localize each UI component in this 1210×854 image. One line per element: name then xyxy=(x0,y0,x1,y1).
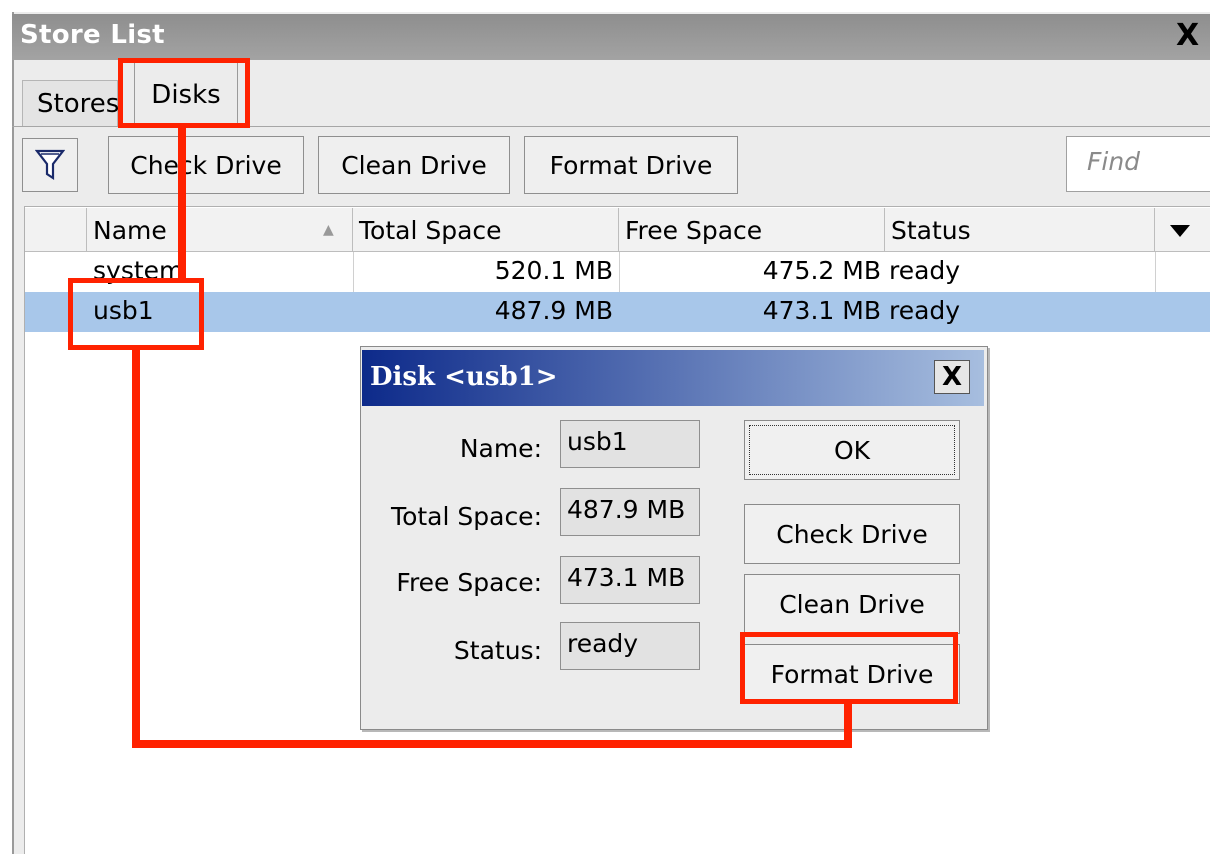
annotation-highlight-disks-tab xyxy=(118,58,250,128)
dialog-field-name[interactable]: usb1 xyxy=(560,420,700,468)
annotation-connector xyxy=(178,128,186,278)
dialog-check-drive-button[interactable]: Check Drive xyxy=(744,504,960,564)
dialog-clean-drive-button[interactable]: Clean Drive xyxy=(744,574,960,634)
dialog-field-free-space[interactable]: 473.1 MB xyxy=(560,556,700,604)
column-header-name[interactable]: Name ▲ xyxy=(87,208,353,252)
tab-stores[interactable]: Stores xyxy=(22,80,120,126)
sort-ascending-icon: ▲ xyxy=(323,222,334,238)
column-header-name-label: Name xyxy=(93,216,167,245)
column-header-total-space[interactable]: Total Space xyxy=(353,208,619,252)
annotation-highlight-format-drive xyxy=(740,632,958,704)
focus-ring xyxy=(749,425,955,475)
clean-drive-label: Clean Drive xyxy=(341,150,487,180)
annotation-connector xyxy=(132,740,852,748)
check-drive-label: Check Drive xyxy=(130,150,282,180)
cell-status: ready xyxy=(889,296,961,325)
dialog-field-status[interactable]: ready xyxy=(560,622,700,670)
cell-status: ready xyxy=(889,256,961,285)
format-drive-label: Format Drive xyxy=(549,150,713,180)
close-icon: X xyxy=(941,362,963,392)
cell-total-space: 487.9 MB xyxy=(494,296,613,325)
dialog-close-button[interactable]: X xyxy=(934,360,970,394)
header-blank xyxy=(25,208,87,252)
column-header-free-space[interactable]: Free Space xyxy=(619,208,885,252)
dialog-title: Disk <usb1> xyxy=(370,362,558,392)
annotation-connector xyxy=(844,704,852,748)
find-input[interactable]: Find xyxy=(1066,136,1210,192)
annotation-connector xyxy=(132,350,140,746)
filter-funnel-icon xyxy=(35,149,65,181)
tab-stores-label: Stores xyxy=(37,88,120,119)
dialog-label-total-space: Total Space: xyxy=(391,502,542,531)
cell-free-space: 473.1 MB xyxy=(762,296,881,325)
filter-button[interactable] xyxy=(22,138,78,192)
dialog-clean-drive-label: Clean Drive xyxy=(779,589,925,619)
column-menu-button[interactable] xyxy=(1155,208,1210,252)
window-titlebar xyxy=(12,14,1210,60)
dialog-label-status: Status: xyxy=(453,636,542,665)
window-close-button[interactable]: X xyxy=(1176,18,1199,53)
column-header-status[interactable]: Status xyxy=(885,208,1155,252)
dialog-label-free-space: Free Space: xyxy=(396,568,542,597)
annotation-highlight-usb1-row xyxy=(68,278,204,350)
format-drive-button[interactable]: Format Drive xyxy=(524,136,738,194)
dialog-ok-button[interactable]: OK xyxy=(744,420,960,480)
dialog-check-drive-label: Check Drive xyxy=(776,519,928,549)
clean-drive-button[interactable]: Clean Drive xyxy=(318,136,510,194)
chevron-down-icon xyxy=(1170,225,1190,237)
cell-total-space: 520.1 MB xyxy=(494,256,613,285)
check-drive-button[interactable]: Check Drive xyxy=(108,136,304,194)
dialog-label-name: Name: xyxy=(459,434,542,463)
window-title: Store List xyxy=(20,20,165,50)
cell-free-space: 475.2 MB xyxy=(762,256,881,285)
dialog-field-total-space[interactable]: 487.9 MB xyxy=(560,488,700,536)
